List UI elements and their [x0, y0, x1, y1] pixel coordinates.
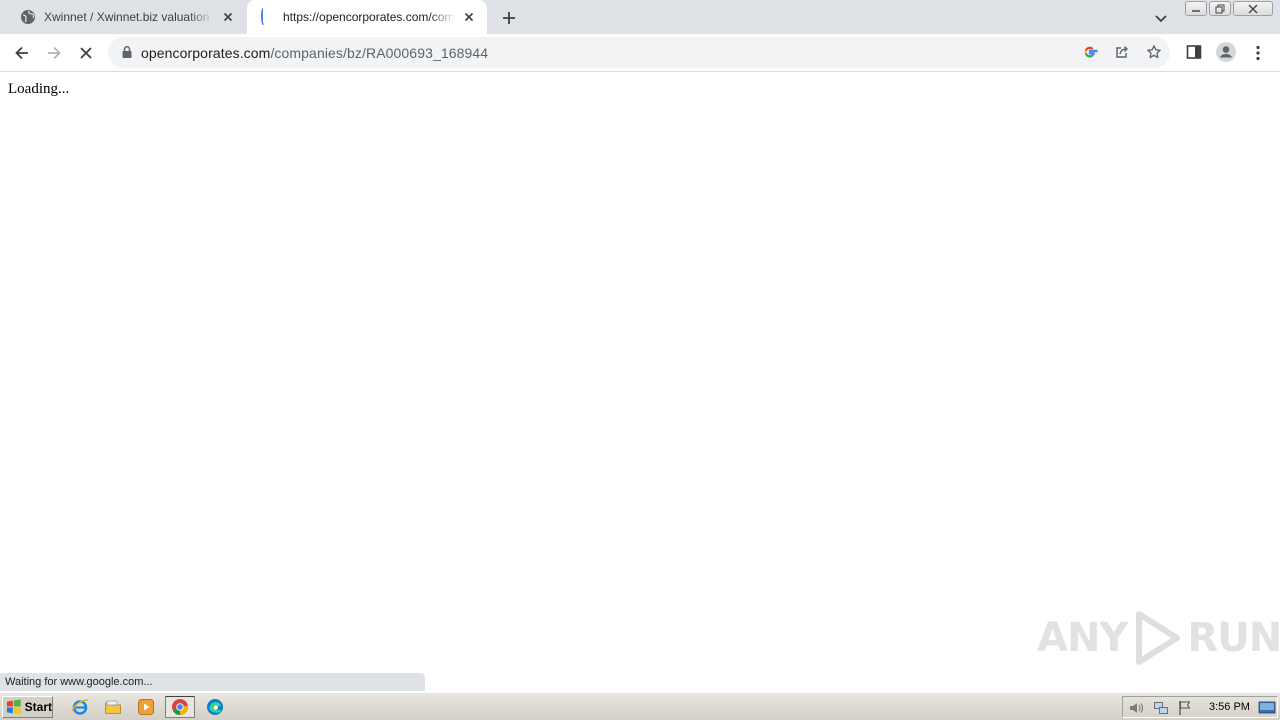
tab-xwinnet[interactable]: Xwinnet / Xwinnet.biz valuation and: [8, 0, 246, 34]
back-arrow-icon[interactable]: [13, 44, 31, 62]
minimize-icon: [1192, 9, 1200, 12]
close-tab-icon[interactable]: [461, 9, 477, 25]
explorer-icon[interactable]: [104, 698, 122, 716]
close-window-button[interactable]: [1233, 1, 1273, 16]
browser-toolbar: opencorporates.com/companies/bz/RA000693…: [0, 34, 1280, 72]
edge-icon[interactable]: [206, 698, 224, 716]
action-center-flag-icon[interactable]: [1177, 700, 1193, 716]
watermark-run: RUN: [1187, 615, 1280, 661]
play-triangle-icon: [1136, 611, 1181, 665]
windows-taskbar: Start 3:56 PM: [0, 692, 1280, 720]
share-icon[interactable]: [1114, 44, 1130, 60]
taskbar-clock[interactable]: 3:56 PM: [1209, 701, 1250, 713]
show-desktop-icon[interactable]: [1258, 700, 1276, 716]
new-tab-icon[interactable]: [500, 9, 518, 27]
url-path: /companies/bz/RA000693_168944: [270, 45, 489, 61]
media-player-icon[interactable]: [137, 698, 155, 716]
volume-icon[interactable]: [1128, 700, 1144, 716]
close-tab-icon[interactable]: [220, 9, 236, 25]
windows-logo-icon: [6, 699, 21, 715]
address-bar[interactable]: opencorporates.com/companies/bz/RA000693…: [108, 37, 1170, 68]
network-icon[interactable]: [1153, 700, 1169, 716]
kebab-menu-icon[interactable]: [1249, 44, 1267, 62]
page-content: Loading... ANY RUN Waiting for www.googl…: [0, 72, 1280, 691]
close-window-icon: [1248, 4, 1258, 13]
profile-avatar-icon[interactable]: [1215, 41, 1237, 63]
chrome-taskbar-button[interactable]: [165, 696, 195, 718]
globe-icon: [21, 10, 35, 24]
google-lens-icon[interactable]: [1082, 44, 1098, 60]
start-button[interactable]: Start: [2, 696, 53, 718]
tab-opencorporates[interactable]: https://opencorporates.com/companies: [247, 0, 487, 34]
chrome-icon: [172, 699, 189, 715]
url-text[interactable]: opencorporates.com/companies/bz/RA000693…: [141, 45, 488, 61]
status-bubble: Waiting for www.google.com...: [0, 673, 425, 691]
loading-message: Loading...: [8, 81, 70, 97]
start-label: Start: [24, 700, 52, 714]
stop-loading-icon[interactable]: [77, 44, 95, 62]
tab-title: https://opencorporates.com/companies: [283, 10, 455, 24]
tab-title: Xwinnet / Xwinnet.biz valuation and: [44, 10, 214, 24]
lock-icon[interactable]: [120, 45, 134, 59]
restore-button[interactable]: [1209, 1, 1231, 16]
loading-spinner-icon: [259, 7, 275, 25]
tab-search-chevron-icon[interactable]: [1153, 10, 1169, 26]
anyrun-watermark: ANY RUN: [1037, 608, 1280, 668]
minimize-button[interactable]: [1185, 1, 1207, 16]
watermark-any: ANY: [1037, 615, 1128, 661]
restore-icon: [1215, 4, 1225, 13]
ie-icon[interactable]: [71, 698, 89, 716]
window-controls: [1183, 1, 1273, 17]
tab-strip: Xwinnet / Xwinnet.biz valuation and http…: [0, 0, 1280, 34]
forward-arrow-icon[interactable]: [45, 44, 63, 62]
url-domain: opencorporates.com: [141, 45, 271, 61]
system-tray: 3:56 PM: [1122, 696, 1278, 718]
side-panel-icon[interactable]: [1185, 43, 1203, 61]
bookmark-star-icon[interactable]: [1146, 44, 1162, 60]
